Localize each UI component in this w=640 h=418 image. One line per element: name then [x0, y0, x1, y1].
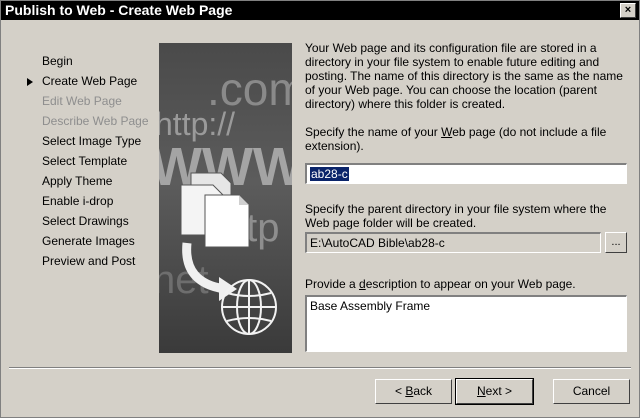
- wizard-step-label: Preview and Post: [42, 254, 136, 268]
- wizard-step-label: Generate Images: [42, 234, 135, 248]
- web-banner-illustration: .com http:// WWW ftp net: [159, 63, 292, 335]
- wizard-step-label: Create Web Page: [42, 74, 138, 88]
- cancel-button[interactable]: Cancel: [553, 379, 630, 404]
- wizard-step-preview-and-post: Preview and Post: [25, 251, 165, 271]
- publish-to-web-dialog: Publish to Web - Create Web Page × Begin…: [0, 0, 640, 418]
- wizard-step-select-drawings: Select Drawings: [25, 211, 165, 231]
- current-step-arrow-icon: [27, 78, 33, 86]
- wizard-step-apply-theme: Apply Theme: [25, 171, 165, 191]
- wizard-step-label: Describe Web Page: [42, 114, 149, 128]
- back-button[interactable]: < Back: [375, 379, 452, 404]
- web-page-name-value: ab28-c: [310, 167, 349, 181]
- wizard-step-label: Begin: [42, 54, 73, 68]
- globe-icon: [221, 279, 277, 335]
- wizard-step-list: Begin Create Web Page Edit Web Page Describ…: [25, 51, 165, 271]
- wizard-step-describe-web-page: Describe Web Page: [25, 111, 165, 131]
- button-separator: [9, 367, 631, 369]
- wizard-step-begin: Begin: [25, 51, 165, 71]
- wizard-step-generate-images: Generate Images: [25, 231, 165, 251]
- web-page-name-input[interactable]: ab28-c: [305, 163, 627, 184]
- wizard-step-label: Select Template: [42, 154, 128, 168]
- description-textarea[interactable]: Base Assembly Frame: [305, 295, 627, 352]
- description-label: Provide a description to appear on your …: [305, 277, 576, 291]
- parent-directory-field[interactable]: E:\AutoCAD Bible\ab28-c: [305, 232, 601, 253]
- browse-button[interactable]: ...: [605, 232, 627, 253]
- wizard-step-select-image-type: Select Image Type: [25, 131, 165, 151]
- title-bar: Publish to Web - Create Web Page ×: [1, 1, 639, 20]
- web-page-name-label: Specify the name of your Web page (do no…: [305, 125, 607, 153]
- wizard-step-create-web-page: Create Web Page: [25, 71, 165, 91]
- wizard-step-label: Apply Theme: [42, 174, 113, 188]
- wizard-step-select-template: Select Template: [25, 151, 165, 171]
- parent-directory-label: Specify the parent directory in your fil…: [305, 202, 607, 230]
- close-button[interactable]: ×: [620, 3, 636, 18]
- wizard-step-label: Select Drawings: [42, 214, 129, 228]
- wizard-banner-image: .com http:// WWW ftp net: [159, 43, 292, 353]
- wizard-step-label: Enable i-drop: [42, 194, 114, 208]
- wizard-step-label: Select Image Type: [42, 134, 142, 148]
- wizard-step-label: Edit Web Page: [42, 94, 122, 108]
- wizard-step-enable-i-drop: Enable i-drop: [25, 191, 165, 211]
- next-button[interactable]: Next >: [455, 378, 534, 405]
- intro-text: Your Web page and its configuration file…: [305, 41, 623, 111]
- window-title: Publish to Web - Create Web Page: [5, 2, 233, 18]
- wizard-step-edit-web-page: Edit Web Page: [25, 91, 165, 111]
